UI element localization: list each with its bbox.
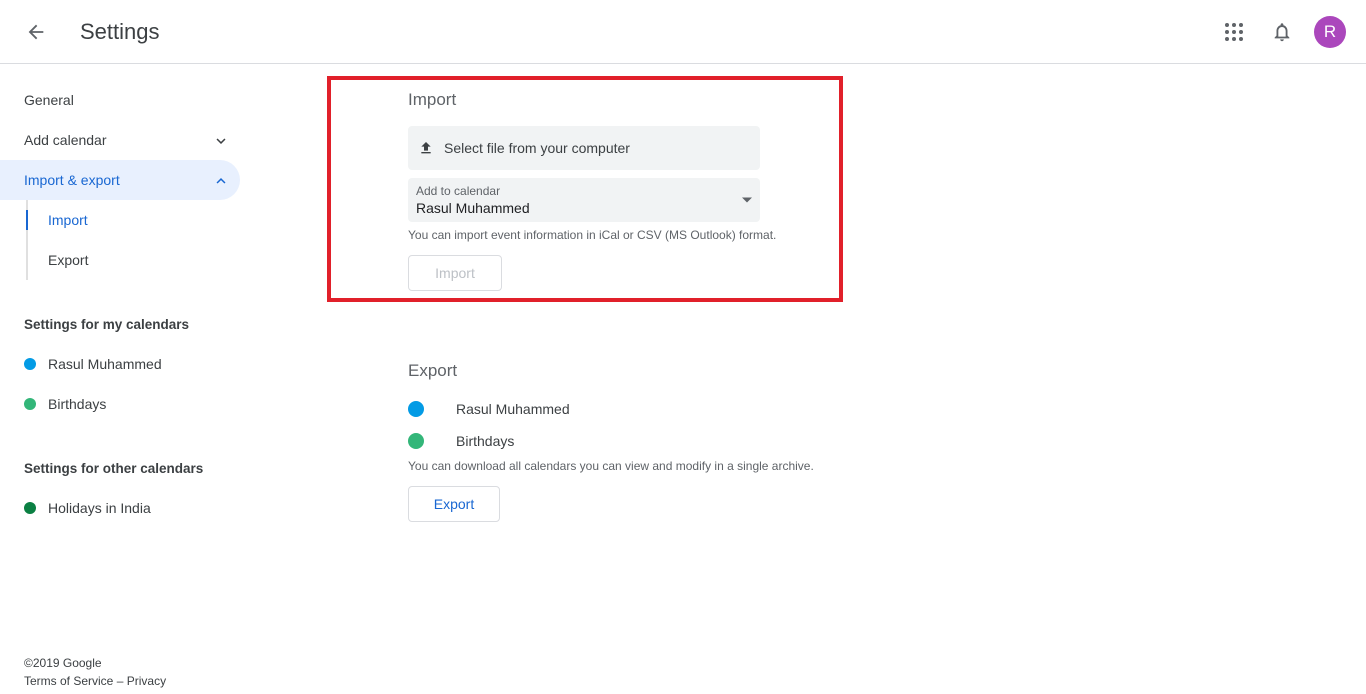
terms-of-service-link[interactable]: Terms of Service (24, 674, 113, 688)
settings-sidebar: General Add calendar Import & export Imp… (0, 80, 240, 528)
import-button[interactable]: Import (408, 255, 502, 291)
calendar-label: Holidays in India (48, 500, 151, 516)
export-section-title: Export (408, 361, 458, 380)
other-calendars-heading: Settings for other calendars (24, 460, 204, 476)
sidebar-item-import-export[interactable]: Import & export (0, 160, 240, 200)
chevron-up-icon (216, 178, 226, 184)
calendar-color-dot (408, 401, 424, 417)
my-calendars-heading: Settings for my calendars (24, 316, 190, 332)
sidebar-item-label: Import & export (24, 172, 120, 188)
privacy-link[interactable]: Privacy (127, 674, 166, 688)
add-to-calendar-label: Add to calendar (416, 184, 501, 198)
calendar-label: Birthdays (48, 396, 107, 412)
calendar-label: Rasul Muhammed (456, 401, 570, 417)
add-to-calendar-value: Rasul Muhammed (416, 200, 530, 216)
import-section-title: Import (408, 90, 457, 109)
export-calendar-rasul-muhammed: Rasul Muhammed (408, 397, 570, 421)
add-to-calendar-dropdown[interactable]: Add to calendar Rasul Muhammed (408, 178, 760, 222)
calendar-color-dot (408, 433, 424, 449)
calendar-color-dot (24, 358, 36, 370)
sidebar-subitem-import[interactable]: Import (26, 200, 240, 240)
import-export-submenu: Import Export (26, 200, 240, 280)
apps-grid-icon[interactable] (1216, 14, 1252, 50)
copyright: ©2019 Google (24, 656, 102, 670)
dropdown-caret-icon (742, 197, 752, 203)
footer: ©2019 Google Terms of Service – Privacy (24, 654, 166, 690)
upload-icon (421, 142, 431, 154)
app-header: Settings R (0, 0, 1366, 64)
notifications-bell-icon[interactable] (1264, 14, 1300, 50)
avatar[interactable]: R (1314, 16, 1346, 48)
select-file-label: Select file from your computer (444, 140, 630, 156)
footer-separator: – (116, 674, 124, 688)
select-file-button[interactable]: Select file from your computer (408, 126, 760, 170)
import-help-text: You can import event information in iCal… (408, 228, 777, 242)
calendar-label: Birthdays (456, 433, 515, 449)
calendar-color-dot (24, 398, 36, 410)
export-help-text: You can download all calendars you can v… (408, 459, 814, 473)
chevron-down-icon (216, 138, 226, 144)
sidebar-item-add-calendar[interactable]: Add calendar (0, 120, 240, 160)
sidebar-subitem-export[interactable]: Export (28, 240, 240, 280)
sidebar-calendar-birthdays[interactable]: Birthdays (0, 384, 240, 424)
sidebar-item-label: Add calendar (24, 132, 107, 148)
sidebar-item-general[interactable]: General (0, 80, 240, 120)
page-title: Settings (80, 19, 160, 44)
calendar-color-dot (24, 502, 36, 514)
calendar-label: Rasul Muhammed (48, 356, 162, 372)
export-calendar-birthdays: Birthdays (408, 429, 514, 453)
sidebar-calendar-holidays-in-india[interactable]: Holidays in India (0, 488, 240, 528)
back-arrow-icon[interactable] (18, 14, 54, 50)
sidebar-calendar-rasul-muhammed[interactable]: Rasul Muhammed (0, 344, 240, 384)
export-button[interactable]: Export (408, 486, 500, 522)
